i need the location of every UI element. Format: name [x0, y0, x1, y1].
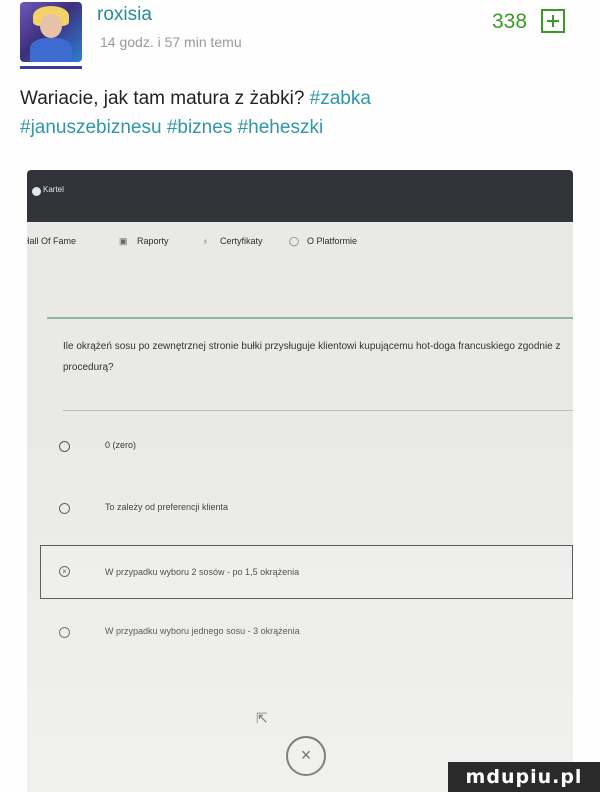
avatar-body: [30, 38, 72, 62]
nav-o-platformie[interactable]: O Platformie: [307, 236, 357, 246]
avatar-underline: [20, 66, 82, 69]
hashtag-zabka[interactable]: #zabka: [310, 88, 371, 109]
answer-label: To zależy od preferencji klienta: [105, 502, 229, 512]
answer-label: W przypadku wyboru 2 sosów - po 1,5 okrą…: [105, 567, 300, 577]
post-time: 14 godz. i 57 min temu: [100, 34, 242, 50]
info-icon: ◯: [289, 236, 300, 246]
nav-certyfikaty[interactable]: Certyfikaty: [220, 236, 263, 246]
reports-icon: ▣: [119, 236, 128, 246]
post-header: roxisia 14 godz. i 57 min temu 338: [0, 0, 600, 70]
hashtag-biznes[interactable]: #biznes: [167, 117, 233, 138]
radio-button[interactable]: [59, 627, 70, 638]
nav-hall-of-fame[interactable]: Hall Of Fame: [27, 236, 76, 246]
answer-label: W przypadku wyboru jednego sosu - 3 okrą…: [105, 626, 300, 636]
answer-option-0[interactable]: 0 (zero): [27, 432, 573, 462]
answer-option-3[interactable]: W przypadku wyboru jednego sosu - 3 okrą…: [27, 618, 573, 648]
answer-label: 0 (zero): [105, 440, 137, 450]
question-text: Ile okrążeń sosu po zewnętrznej stronie …: [63, 341, 561, 373]
mouse-cursor-icon: ⇱: [256, 710, 268, 726]
answer-option-1[interactable]: To zależy od preferencji klienta: [27, 494, 573, 524]
plus-vote-button[interactable]: [541, 9, 565, 33]
hashtag-januszebiznesu[interactable]: #januszebiznesu: [20, 117, 162, 138]
progress-line: [47, 317, 573, 319]
radio-button[interactable]: [59, 503, 70, 514]
watermark: mdupiu.pl: [448, 762, 600, 792]
app-topbar: Kartel: [27, 170, 573, 222]
app-logo-text: Kartel: [43, 185, 64, 194]
photo-glare: [27, 170, 573, 792]
answer-option-2-selected[interactable]: × W przypadku wyboru 2 sosów - po 1,5 ok…: [40, 545, 573, 599]
nav-raporty[interactable]: Raporty: [137, 236, 169, 246]
close-button[interactable]: ×: [286, 736, 326, 776]
hashtag-heheszki[interactable]: #heheszki: [238, 117, 324, 138]
post-body-text: Wariacie, jak tam matura z żabki?: [20, 88, 310, 109]
avatar-face: [40, 14, 62, 38]
post-text: Wariacie, jak tam matura z żabki? #zabka…: [20, 84, 580, 142]
divider: [63, 410, 573, 411]
app-nav: Hall Of Fame ▣ Raporty ♁ Certyfikaty ◯ O…: [27, 232, 573, 252]
vote-score: 338: [492, 10, 528, 33]
username[interactable]: roxisia: [97, 4, 152, 26]
radio-button-checked[interactable]: ×: [59, 566, 70, 577]
embedded-screenshot[interactable]: Kartel Hall Of Fame ▣ Raporty ♁ Certyfik…: [27, 170, 573, 792]
radio-button[interactable]: [59, 441, 70, 452]
avatar[interactable]: [20, 2, 82, 62]
logo-icon: [32, 187, 41, 196]
certificate-icon: ♁: [202, 236, 209, 246]
